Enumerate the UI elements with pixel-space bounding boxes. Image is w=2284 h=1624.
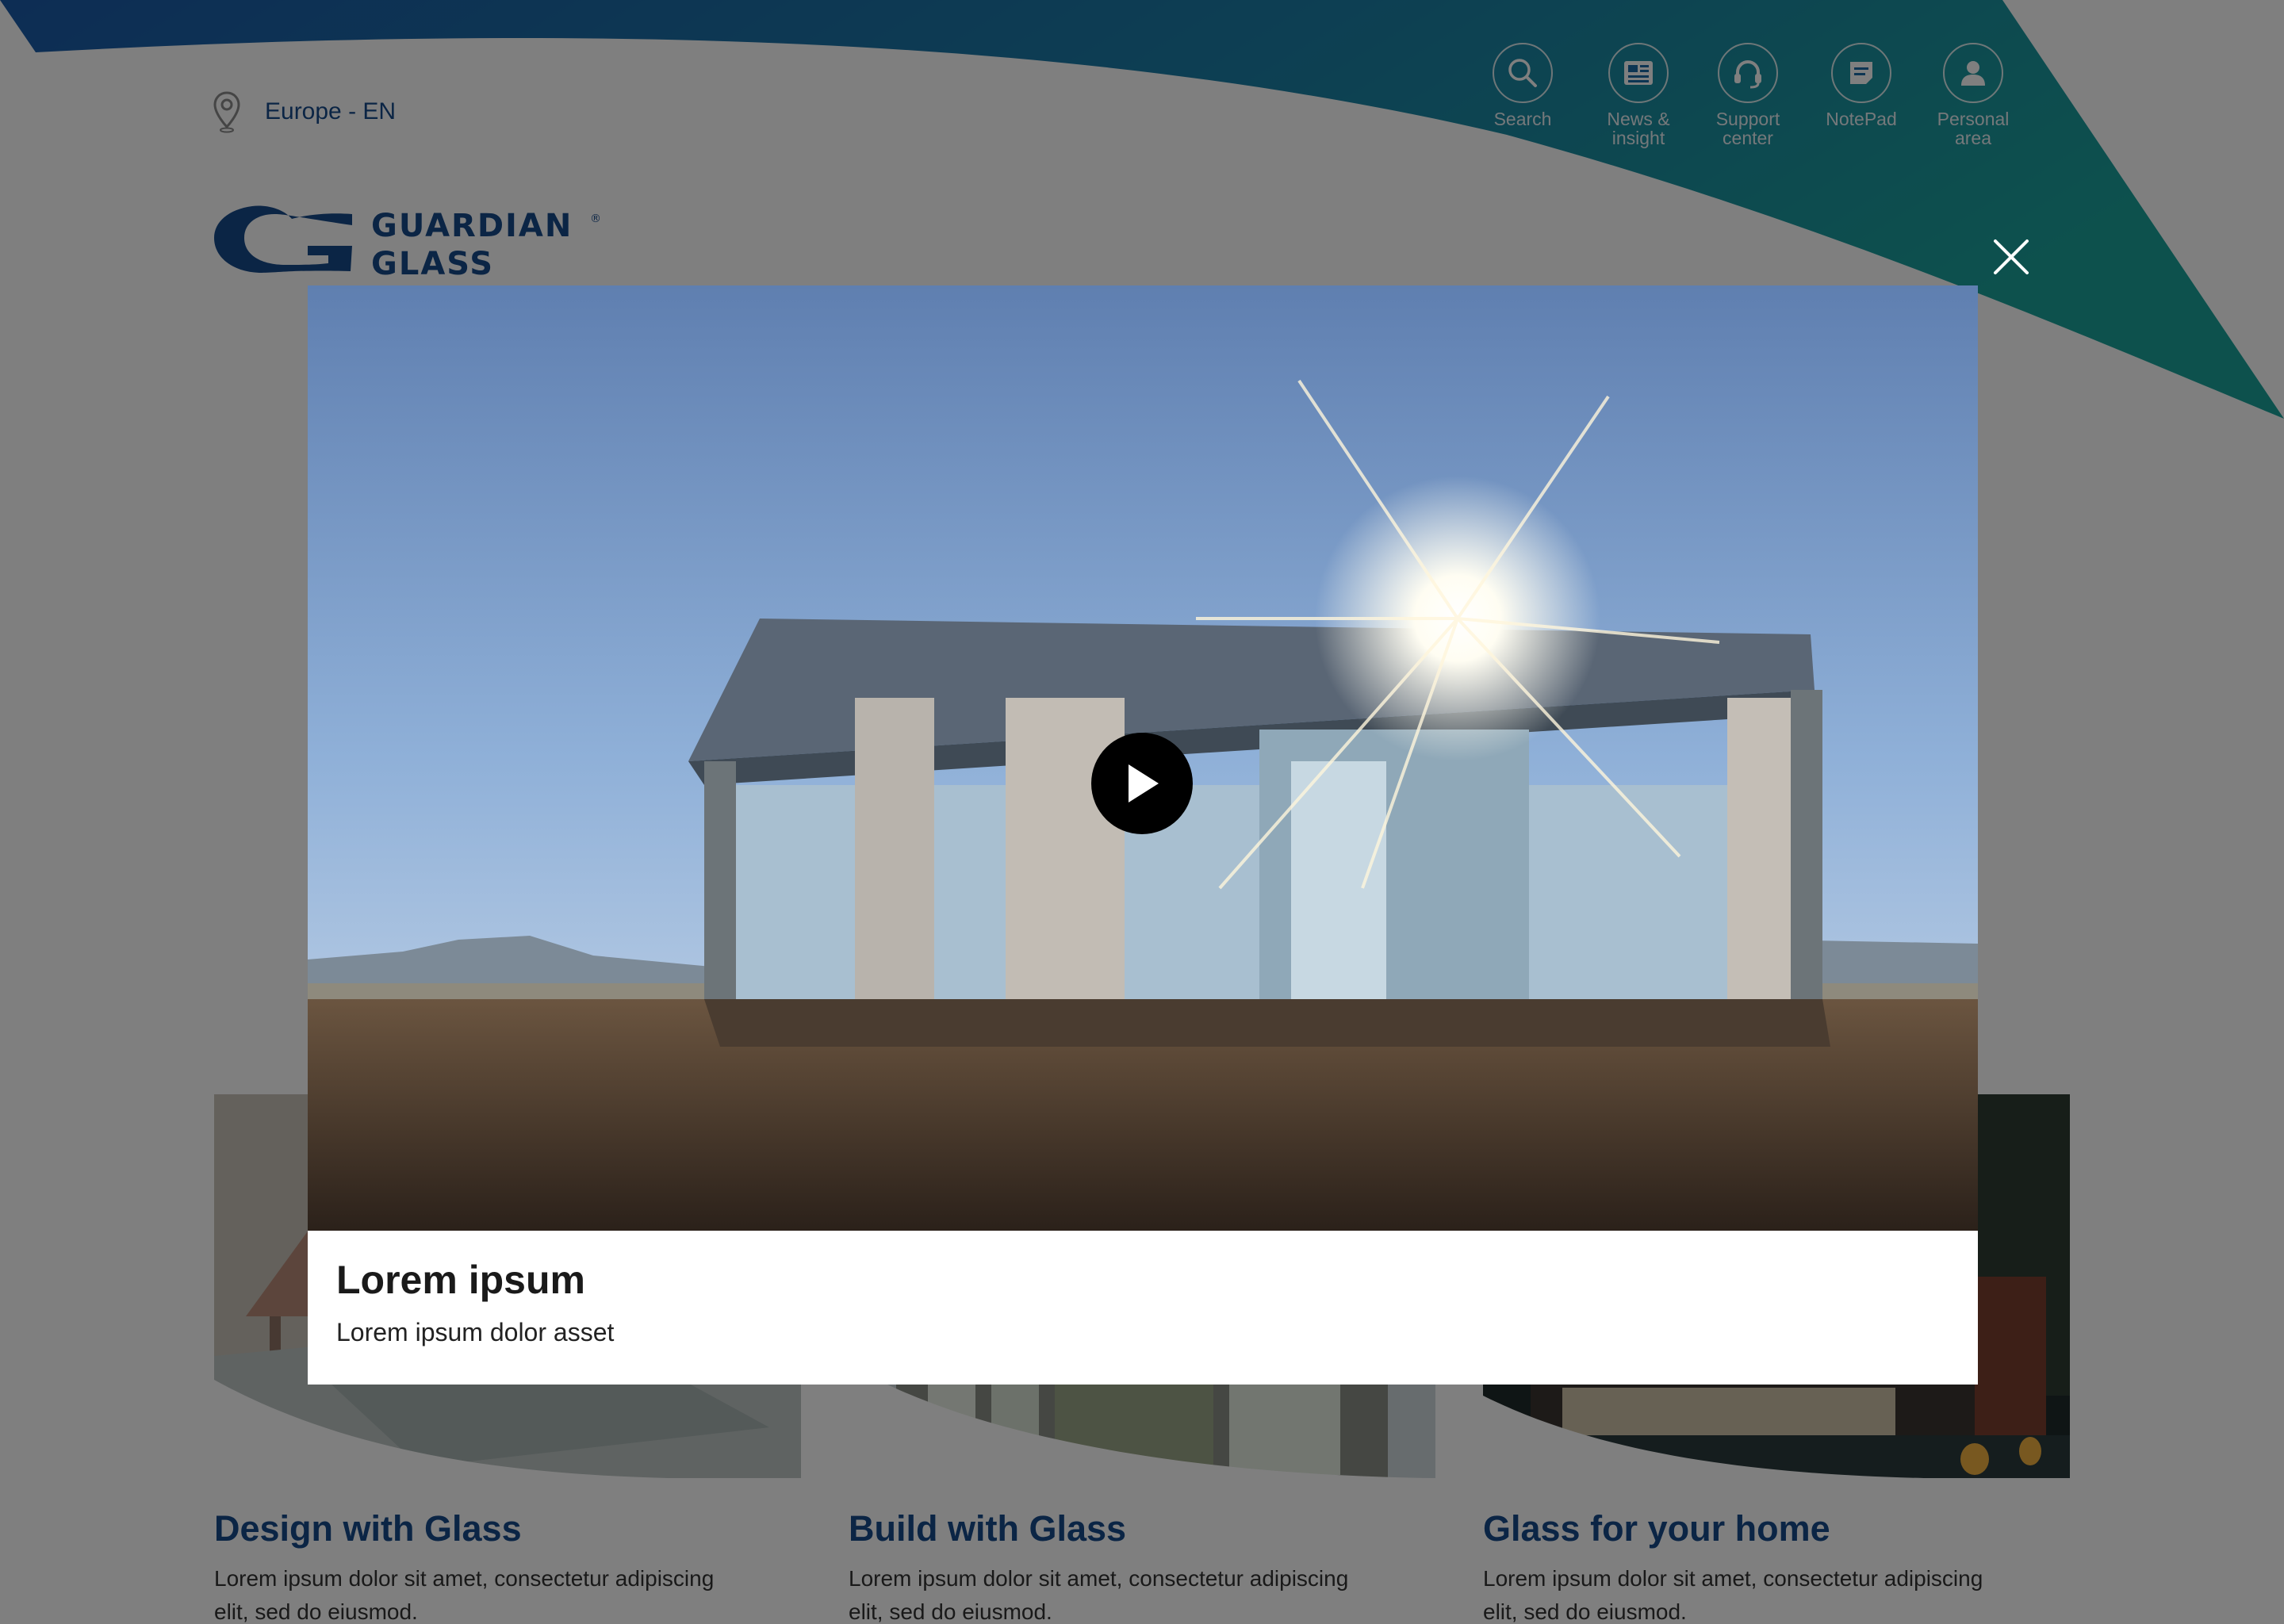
play-icon (1129, 764, 1159, 802)
video-player[interactable] (308, 285, 1978, 1231)
play-button[interactable] (1091, 733, 1193, 834)
page: Europe - EN Search News &insight Support… (0, 0, 2284, 1624)
close-icon[interactable] (1989, 235, 2033, 279)
modal-caption: Lorem ipsum Lorem ipsum dolor asset (308, 1231, 1978, 1373)
video-modal: Lorem ipsum Lorem ipsum dolor asset (308, 285, 1978, 1385)
modal-subtitle: Lorem ipsum dolor asset (336, 1318, 615, 1346)
modal-title: Lorem ipsum (336, 1258, 585, 1302)
